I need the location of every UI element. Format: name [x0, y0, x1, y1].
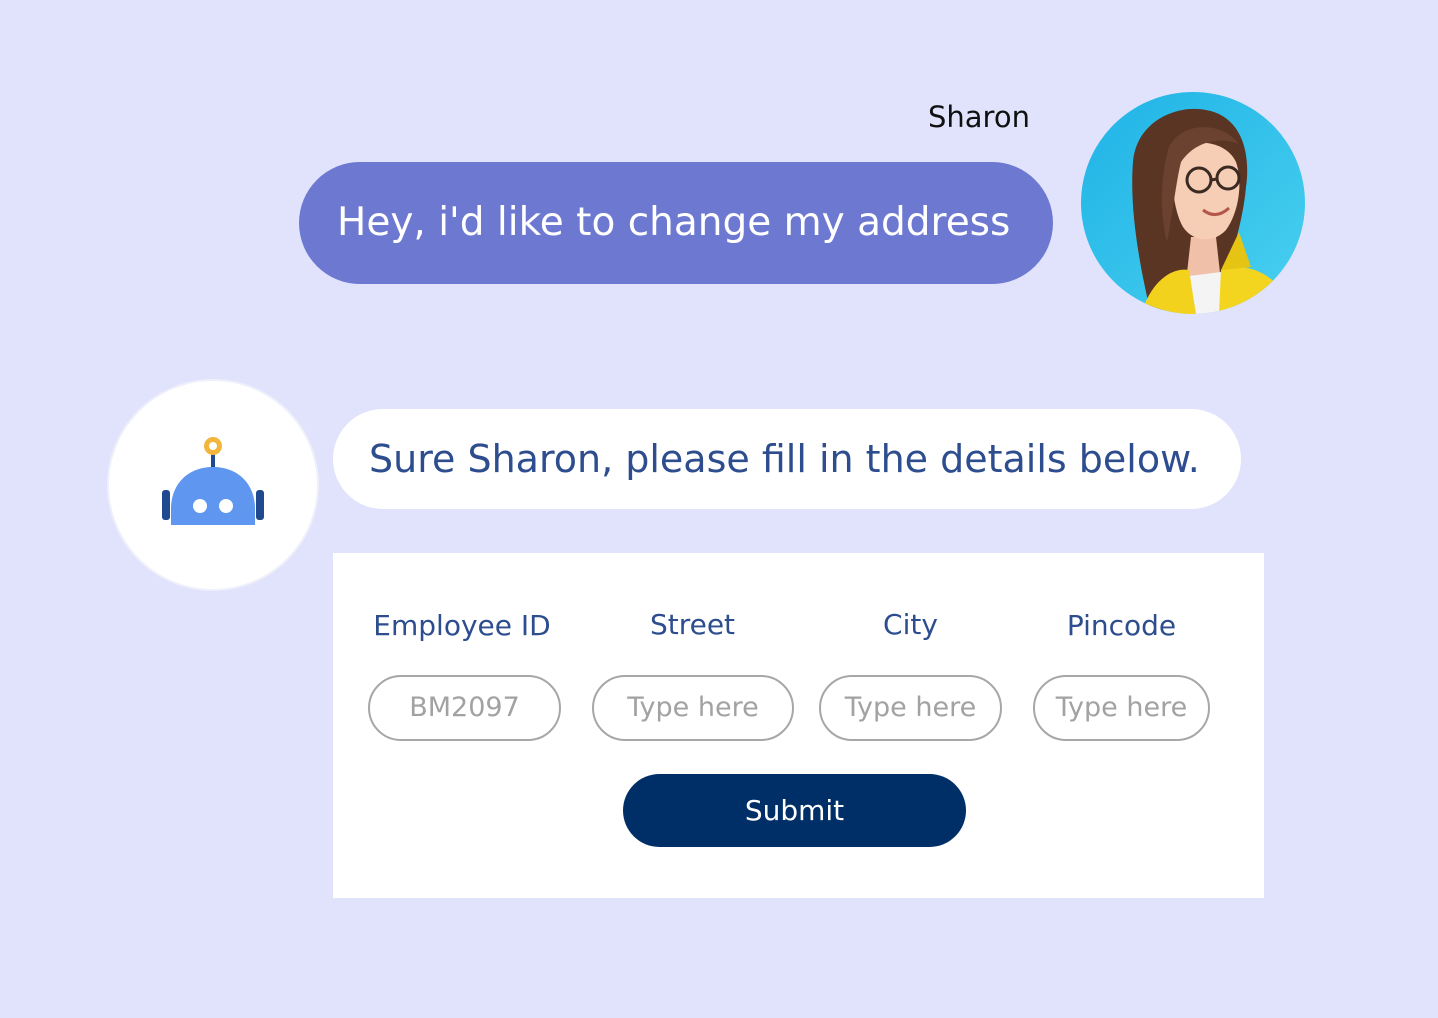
employee-id-input[interactable]: BM2097	[368, 675, 561, 741]
pincode-label: Pincode	[1066, 609, 1177, 642]
city-label: City	[883, 608, 938, 641]
street-input[interactable]: Type here	[592, 675, 794, 741]
pincode-input[interactable]: Type here	[1033, 675, 1210, 741]
bot-message-bubble: Sure Sharon, please fill in the details …	[333, 409, 1241, 509]
user-message-bubble: Hey, i'd like to change my address	[299, 162, 1053, 284]
user-avatar-photo-icon	[1081, 92, 1305, 314]
robot-icon	[162, 437, 264, 525]
employee-id-label: Employee ID	[373, 609, 551, 642]
user-avatar	[1081, 92, 1305, 314]
submit-button[interactable]: Submit	[623, 774, 966, 847]
user-name: Sharon	[928, 100, 1030, 134]
address-form: Employee ID Street City Pincode BM2097 T…	[333, 553, 1264, 898]
bot-avatar	[109, 381, 317, 589]
city-input[interactable]: Type here	[819, 675, 1002, 741]
street-label: Street	[649, 608, 736, 641]
